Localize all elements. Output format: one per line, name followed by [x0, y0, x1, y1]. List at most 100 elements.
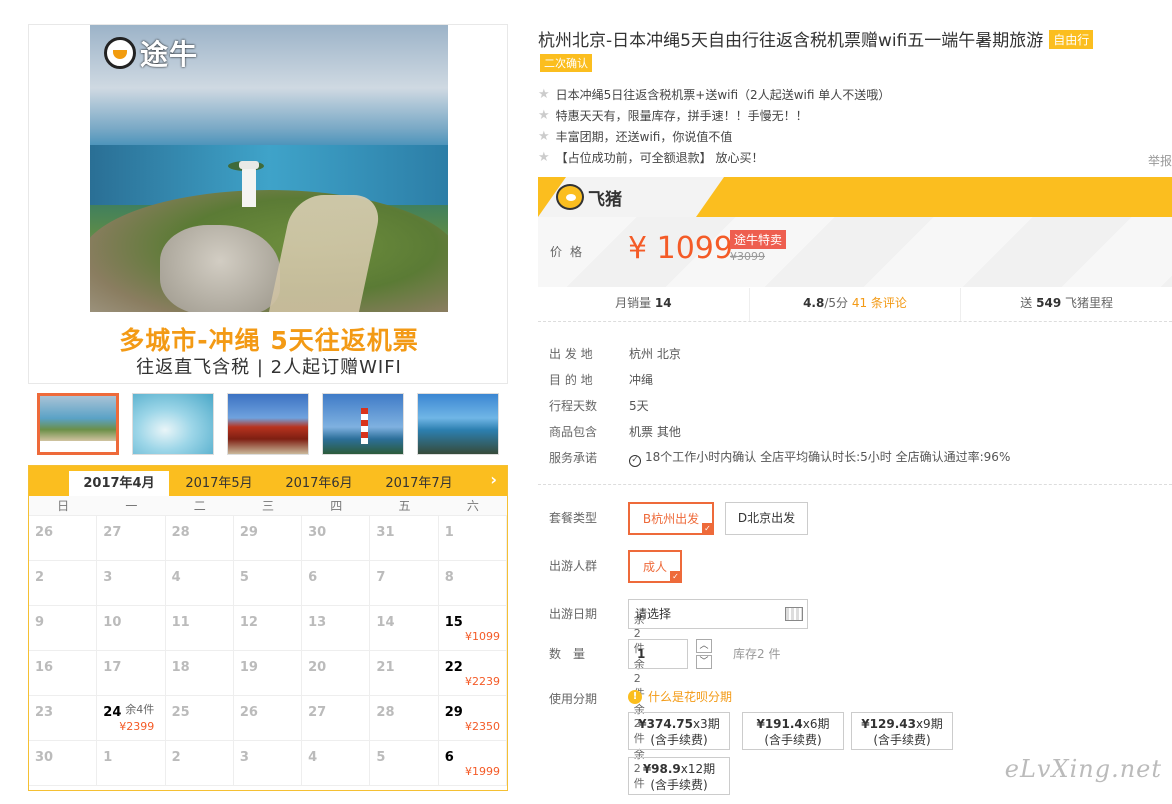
calendar-day[interactable]: 29 余2件 ¥2350 [438, 696, 645, 745]
package-option-beijing[interactable]: D北京出发 [725, 502, 808, 535]
day-number: 27 [103, 525, 122, 540]
huabei-info-link[interactable]: ! 什么是花呗分期 [628, 688, 732, 705]
installment-label: 使用分期 [549, 692, 598, 706]
thumbnail-2[interactable] [132, 393, 214, 455]
day-number: 26 [239, 705, 258, 720]
crowd-label: 出游人群 [549, 559, 598, 573]
calendar-day[interactable]: 22余2件¥2239 [438, 651, 645, 700]
installment-12[interactable]: ¥98.9x12期 (含手续费) [628, 757, 730, 795]
calendar-day: 25 [165, 696, 234, 741]
day-number: 3 [103, 570, 113, 585]
day-number: 22 [444, 660, 463, 675]
day-price: ¥2239 [464, 675, 500, 688]
date-picker-field[interactable]: 请选择 [628, 599, 808, 629]
service-row: 服务承诺 ✓ 18个工作小时内确认 全店平均确认时长:5小时 全店确认通过率:96… [549, 449, 1011, 467]
star-icon: ★ [538, 129, 550, 144]
calendar-day: 3 [97, 561, 166, 606]
day-number: 6 [444, 750, 454, 765]
report-link[interactable]: 举报 [1148, 152, 1172, 169]
day-price: ¥2399 [119, 720, 155, 733]
product-gallery: 途牛 多城市-冲绳 5天往返机票 往返直飞含税 | 2人起订赠WIFI [28, 24, 508, 384]
calendar-day[interactable]: 15 余2件 ¥1099 [438, 606, 645, 655]
tab-month-apr[interactable]: 2017年4月 [69, 471, 169, 496]
calendar-day: 26 [233, 696, 303, 741]
calendar-day: 26 [29, 516, 98, 561]
chevron-up-icon[interactable]: ︿ [696, 639, 712, 653]
price-label: 价格 [550, 245, 591, 259]
feature-item: ★ 【占位成功前，可全额退款】 放心买！ [538, 147, 890, 168]
weekday-header: 日 一 二 三 四 五 六 [29, 496, 507, 516]
installment-9[interactable]: ¥129.43x9期 (含手续费) [851, 712, 953, 750]
calendar-day: 7 [370, 561, 439, 606]
thumbnail-4[interactable] [322, 393, 404, 455]
calendar-day: 9 [29, 606, 98, 651]
tab-month-may[interactable]: 2017年5月 [169, 471, 269, 496]
monthly-sales: 月销量 14 [538, 288, 750, 321]
reviews-link[interactable]: 41 条评论 [852, 296, 907, 310]
divider [538, 484, 1172, 485]
calendar-icon[interactable] [785, 607, 803, 621]
day-number: 24 [103, 705, 122, 720]
star-icon: ★ [538, 150, 550, 165]
rating-summary: 4.8/5分 41 条评论 [750, 288, 962, 321]
day-number: 6 [308, 570, 318, 585]
thumbnail-3[interactable] [227, 393, 309, 455]
day-price: ¥1099 [464, 630, 500, 643]
calendar-day: 30 [302, 516, 371, 561]
check-icon: ✓ [629, 454, 641, 467]
day-number: 28 [171, 525, 190, 540]
seller-name: 飞猪 [588, 189, 622, 210]
calendar-day: 28 [370, 696, 439, 741]
info-row: 行程天数 5天 [549, 398, 649, 413]
quantity-label: 数 量 [549, 647, 586, 661]
installment-6[interactable]: ¥191.4x6期 (含手续费) [742, 712, 844, 750]
calendar-day: 13 [302, 606, 371, 651]
crowd-option-adult[interactable]: 成人 [628, 550, 682, 583]
miles-reward: 送 549 飞猪里程 [1020, 296, 1114, 310]
date-label: 出游日期 [549, 607, 598, 621]
day-number: 29 [239, 525, 258, 540]
main-product-image[interactable]: 途牛 [90, 25, 448, 312]
day-number: 14 [376, 615, 395, 630]
day-number: 11 [171, 615, 190, 630]
thumbnail-5[interactable] [417, 393, 499, 455]
day-number: 27 [308, 705, 327, 720]
fliggy-banner: 飞猪 [538, 177, 1172, 217]
day-number: 30 [308, 525, 327, 540]
weekday-label: 日 [57, 499, 70, 513]
day-number: 19 [239, 660, 258, 675]
star-icon: ★ [538, 87, 550, 102]
calendar-day: 5 [370, 741, 439, 786]
day-number: 23 [35, 705, 54, 720]
day-number: 3 [239, 750, 249, 765]
calendar-day: 10 [97, 606, 166, 651]
calendar-day: 18 [165, 651, 234, 696]
chevron-right-icon[interactable]: › [490, 470, 497, 489]
tab-month-jul[interactable]: 2017年7月 [369, 471, 469, 496]
brand-name: 途牛 [140, 38, 199, 71]
stats-bar: 月销量 14 4.8/5分 41 条评论 送 549 飞猪里程 [538, 288, 1172, 322]
tab-month-jun[interactable]: 2017年6月 [269, 471, 369, 496]
calendar-day: 19 [233, 651, 303, 696]
quantity-input[interactable]: 1 [628, 639, 688, 669]
chevron-down-icon[interactable]: ﹀ [696, 655, 712, 669]
date-placeholder: 请选择 [635, 607, 672, 621]
calendar-day[interactable]: 24 余4件 ¥2399 [97, 696, 166, 741]
day-number: 8 [444, 570, 454, 585]
calendar-day: 31 [370, 516, 439, 561]
calendar-day: 11 [165, 606, 234, 651]
day-number: 1 [444, 525, 454, 540]
day-number: 4 [171, 570, 181, 585]
installment-3[interactable]: ¥374.75x3期 (含手续费) [628, 712, 730, 750]
feature-text: 特惠天天有，限量库存，拼手速！！手慢无！！ [555, 109, 808, 123]
package-option-hangzhou[interactable]: B杭州出发 [628, 502, 714, 535]
calendar-day[interactable]: 6 余2件 ¥1999 [438, 741, 645, 790]
weekday-label: 五 [398, 499, 411, 513]
day-number: 10 [103, 615, 122, 630]
promo-badge: 途牛特卖 [730, 230, 787, 249]
thumbnail-1[interactable] [37, 393, 119, 455]
day-number: 21 [376, 660, 395, 675]
calendar-day: 2 [165, 741, 234, 786]
day-number: 2 [171, 750, 181, 765]
day-number: 1 [103, 750, 113, 765]
